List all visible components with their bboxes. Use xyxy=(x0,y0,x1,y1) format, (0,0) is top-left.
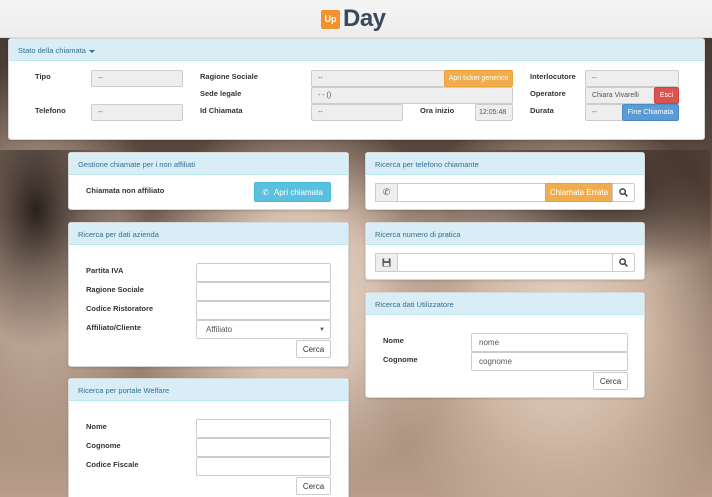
codice-fiscale-label: Codice Fiscale xyxy=(86,460,139,469)
logo-badge: Up xyxy=(321,9,340,29)
apri-chiamata-button[interactable]: ✆ Apri chiamata xyxy=(254,182,331,202)
chiamata-errata-button[interactable]: Chiamata Errata xyxy=(545,183,613,202)
operatore-label: Operatore xyxy=(530,89,566,98)
partita-iva-input[interactable] xyxy=(196,263,331,282)
top-bar: Up Day xyxy=(0,0,712,38)
ricerca-telefono-header: Ricerca per telefono chiamante xyxy=(366,153,644,175)
ricerca-pratica-panel: Ricerca numero di pratica xyxy=(365,222,645,280)
affiliato-cliente-label: Affiliato/Cliente xyxy=(86,323,142,332)
utilizzatore-nome-label: Nome xyxy=(383,336,404,345)
codice-ristoratore-input[interactable] xyxy=(196,301,331,320)
codice-ristoratore-label: Codice Ristoratore xyxy=(86,304,154,313)
call-status-header[interactable]: Stato della chiamata xyxy=(9,39,704,61)
telefono-field: -- xyxy=(91,104,183,121)
non-affiliati-panel: Gestione chiamate per i non affiliati Ch… xyxy=(68,152,349,210)
ricerca-utilizzatore-header: Ricerca dati Utilizzatore xyxy=(366,293,644,315)
sede-legale-label: Sede legale xyxy=(200,89,242,98)
cerca-welfare-button[interactable]: Cerca xyxy=(296,477,331,495)
utilizzatore-nome-input[interactable]: nome xyxy=(471,333,628,352)
utilizzatore-cognome-input[interactable]: cognome xyxy=(471,352,628,371)
telefono-label: Telefono xyxy=(35,106,66,115)
codice-fiscale-input[interactable] xyxy=(196,457,331,476)
ricerca-welfare-header: Ricerca per portale Welfare xyxy=(69,379,348,401)
ricerca-pratica-header: Ricerca numero di pratica xyxy=(366,223,644,245)
ora-inizio-field: 12:05:48 xyxy=(475,104,513,121)
apri-ticket-button[interactable]: Apri ticket generico xyxy=(444,70,513,87)
call-status-title: Stato della chiamata xyxy=(18,46,86,55)
search-icon[interactable] xyxy=(612,183,635,202)
partita-iva-label: Partita IVA xyxy=(86,266,124,275)
pratica-search-input[interactable] xyxy=(397,253,614,272)
ricerca-telefono-panel: Ricerca per telefono chiamante ✆ Chiamat… xyxy=(365,152,645,210)
phone-icon: ✆ xyxy=(375,183,398,202)
save-icon xyxy=(375,253,398,272)
call-status-panel: Stato della chiamata Tipo -- Ragione Soc… xyxy=(8,38,705,140)
affiliato-cliente-select[interactable]: Affiliato ▼ xyxy=(196,320,331,339)
phone-icon: ✆ xyxy=(262,187,269,197)
fine-chiamata-button[interactable]: Fine Chiamata xyxy=(622,104,679,121)
brand-logo: Up Day xyxy=(321,5,386,32)
sede-legale-field: - - () xyxy=(311,87,513,104)
durata-label: Durata xyxy=(530,106,554,115)
cerca-utilizzatore-button[interactable]: Cerca xyxy=(593,372,628,390)
cognome-label: Cognome xyxy=(86,441,121,450)
chevron-down-icon xyxy=(88,49,95,53)
telefono-search-input[interactable] xyxy=(397,183,546,202)
ora-inizio-label: Ora inizio xyxy=(420,106,455,115)
search-icon[interactable] xyxy=(612,253,635,272)
esci-button[interactable]: Esci xyxy=(654,87,679,104)
ricerca-welfare-panel: Ricerca per portale Welfare Nome Cognome… xyxy=(68,378,349,497)
cognome-input[interactable] xyxy=(196,438,331,457)
interlocutore-field: -- xyxy=(585,70,679,87)
nome-label: Nome xyxy=(86,422,107,431)
interlocutore-label: Interlocutore xyxy=(530,72,576,81)
chevron-down-icon: ▼ xyxy=(319,327,325,333)
id-chiamata-label: Id Chiamata xyxy=(200,106,243,115)
durata-field: -- xyxy=(585,104,623,121)
cerca-azienda-button[interactable]: Cerca xyxy=(296,340,331,358)
logo-text: Day xyxy=(343,5,386,32)
ragione-sociale-label: Ragione Sociale xyxy=(200,72,258,81)
tipo-field: -- xyxy=(91,70,183,87)
chiamata-non-affiliato-label: Chiamata non affiliato xyxy=(86,186,165,195)
ragione-sociale-search-label: Ragione Sociale xyxy=(86,285,144,294)
ricerca-azienda-panel: Ricerca per dati azienda Partita IVA Rag… xyxy=(68,222,349,367)
ricerca-utilizzatore-panel: Ricerca dati Utilizzatore Nome nome Cogn… xyxy=(365,292,645,398)
tipo-label: Tipo xyxy=(35,72,51,81)
ragione-sociale-field: -- xyxy=(311,70,445,87)
utilizzatore-cognome-label: Cognome xyxy=(383,355,418,364)
ricerca-azienda-header: Ricerca per dati azienda xyxy=(69,223,348,245)
id-chiamata-field: -- xyxy=(311,104,403,121)
operatore-field: Chiara Vivarelli xyxy=(585,87,655,104)
ragione-sociale-input[interactable] xyxy=(196,282,331,301)
apri-chiamata-label: Apri chiamata xyxy=(273,187,323,197)
affiliato-cliente-value: Affiliato xyxy=(206,325,233,334)
nome-input[interactable] xyxy=(196,419,331,438)
non-affiliati-header: Gestione chiamate per i non affiliati xyxy=(69,153,348,175)
